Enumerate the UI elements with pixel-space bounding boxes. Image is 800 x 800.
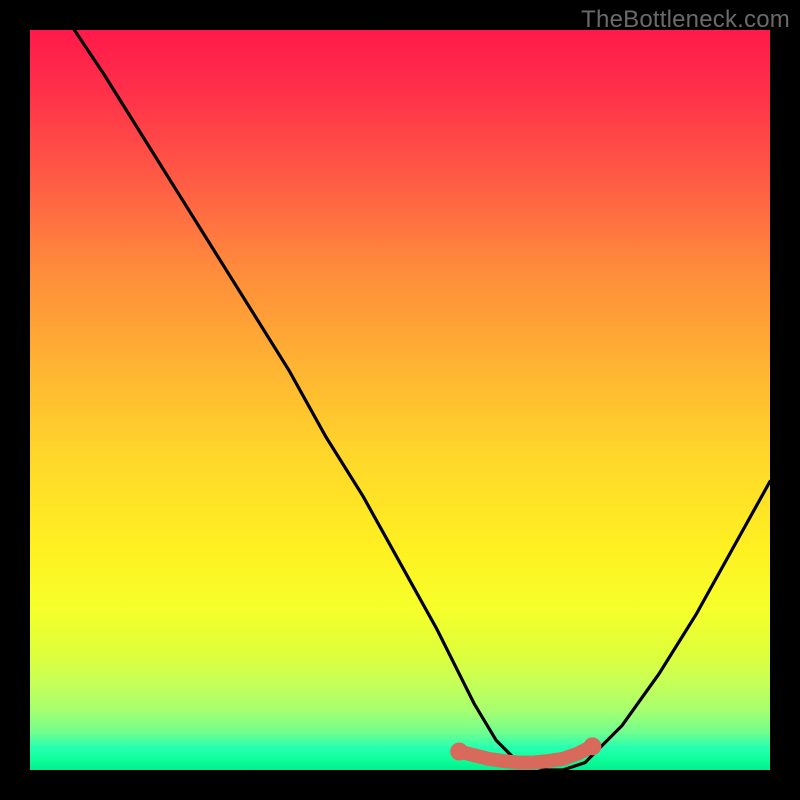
sweet-spot-end-dot bbox=[583, 737, 601, 755]
sweet-spot-marker-line bbox=[459, 746, 592, 762]
chart-svg bbox=[30, 30, 770, 770]
bottleneck-curve-line bbox=[74, 30, 770, 770]
sweet-spot-start-dot bbox=[450, 743, 468, 761]
chart-plot-area bbox=[30, 30, 770, 770]
watermark-text: TheBottleneck.com bbox=[581, 6, 790, 34]
